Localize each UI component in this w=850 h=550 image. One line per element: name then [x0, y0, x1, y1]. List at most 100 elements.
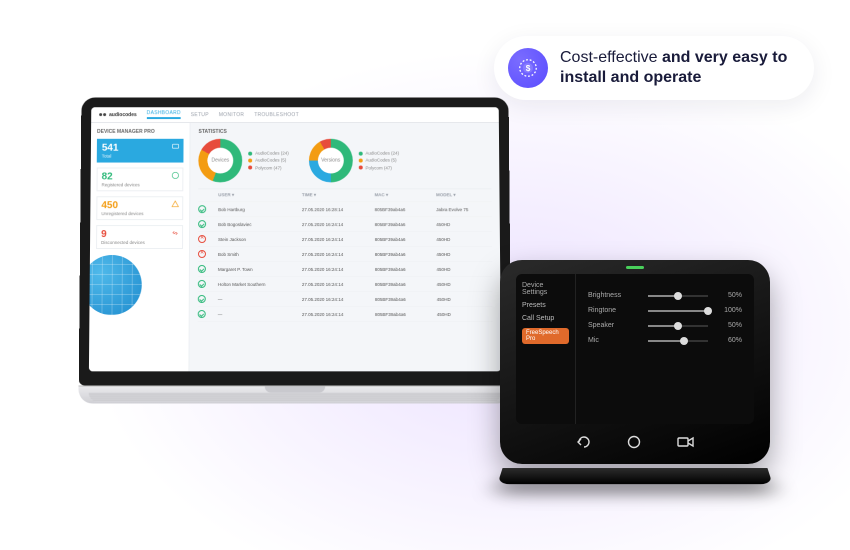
callout-text: Cost-effective and very easy to install …: [560, 48, 792, 88]
table-row[interactable]: Margaret P. Town 27.05.2020 16:24:14 805…: [198, 262, 492, 277]
kpi-disconnected[interactable]: 9 Disconnected devices: [96, 225, 183, 249]
slider-knob[interactable]: [704, 307, 712, 315]
table-row[interactable]: — 27.05.2020 16:24:14 805BF39ab4a6 450HD: [198, 292, 493, 307]
slider-row: Mic 60%: [588, 337, 742, 344]
col-model[interactable]: MODEL ▾: [436, 192, 492, 198]
slider-value: 100%: [716, 307, 742, 314]
cell-time: 27.05.2020 16:24:14: [302, 266, 369, 271]
col-mac[interactable]: MAC ▾: [374, 192, 430, 198]
app-body: DEVICE MANAGER PRO 541 Total 82 Register…: [89, 123, 501, 371]
status-ok-icon: [198, 265, 206, 273]
disconnect-icon: [171, 229, 179, 237]
donut-b: Versions: [309, 139, 353, 183]
col-time[interactable]: TIME ▾: [302, 192, 369, 198]
brand-logo: audiocodes: [99, 112, 137, 118]
legend-item: AudioCodes (5): [359, 157, 400, 164]
tablet-main: Brightness 50%Ringtone 100%Speaker 50%Mi…: [576, 274, 754, 424]
kpi-disconnected-value: 9: [101, 230, 178, 240]
cell-mac: 805BF39ab4a6: [375, 281, 431, 286]
cell-mac: 805BF39ab4a6: [375, 266, 431, 271]
slider-knob[interactable]: [680, 337, 688, 345]
tablet-stand: [497, 468, 772, 484]
kpi-disconnected-label: Disconnected devices: [101, 240, 178, 245]
slider-track[interactable]: [648, 295, 708, 297]
tab-dashboard[interactable]: DASHBOARD: [147, 110, 181, 119]
cell-user: Margaret P. Town: [218, 266, 296, 271]
table-row[interactable]: Bob Bogoslaviec 27.05.2020 16:24:14 805B…: [198, 217, 492, 232]
slider-track[interactable]: [648, 325, 708, 327]
kpi-total[interactable]: 541 Total: [97, 139, 184, 163]
tablet-side-button[interactable]: FreeSpeech Pro: [522, 328, 569, 344]
cell-user: —: [218, 312, 296, 317]
cell-time: 27.05.2020 16:24:14: [302, 237, 369, 242]
table-row[interactable]: Stein Jackson 27.05.2020 16:24:14 805BF3…: [198, 232, 492, 247]
tablet-side-item[interactable]: Call Setup: [522, 315, 569, 322]
kpi-total-value: 541: [102, 144, 179, 154]
table-row[interactable]: Holton Market Southern 27.05.2020 16:24:…: [198, 277, 493, 292]
donut-a: Devices: [198, 139, 242, 183]
slider-label: Ringtone: [588, 307, 640, 314]
tablet-side-item[interactable]: Presets: [522, 302, 569, 309]
cell-model: 450HD: [436, 237, 492, 242]
cell-mac: 805BF39ab4a6: [375, 237, 431, 242]
video-icon[interactable]: [677, 435, 695, 454]
kpi-total-label: Total: [102, 154, 179, 159]
cell-model: 450HD: [437, 296, 493, 301]
tablet-device: Device Settings Presets Call Setup FreeS…: [500, 260, 770, 490]
table-row[interactable]: — 27.05.2020 16:24:14 805BF39ab4a6 450HD: [198, 307, 493, 322]
slider-label: Mic: [588, 337, 640, 344]
kpi-registered[interactable]: 82 Registered devices: [97, 167, 184, 191]
sidebar-title: DEVICE MANAGER PRO: [97, 129, 184, 135]
donut-row: Devices AudioCodes (24) AudioCodes (5) P…: [198, 139, 491, 183]
slider-value: 60%: [716, 337, 742, 344]
slider-track[interactable]: [648, 340, 708, 342]
slider-knob[interactable]: [674, 322, 682, 330]
cell-mac: 805BF39ab4a6: [375, 251, 431, 256]
tab-monitor[interactable]: MONITOR: [219, 112, 244, 118]
slider-row: Ringtone 100%: [588, 307, 742, 314]
laptop-device: audiocodes DASHBOARD SETUP MONITOR TROUB…: [79, 97, 512, 403]
tab-troubleshoot[interactable]: TROUBLESHOOT: [254, 112, 299, 118]
callout-pill: $ Cost-effective and very easy to instal…: [494, 36, 814, 100]
slider-row: Brightness 50%: [588, 292, 742, 299]
cell-time: 27.05.2020 16:28:14: [302, 207, 369, 212]
tab-setup[interactable]: SETUP: [191, 112, 209, 118]
cell-model: 450HD: [436, 251, 492, 256]
legend-item: AudioCodes (5): [248, 157, 289, 164]
laptop-bezel: audiocodes DASHBOARD SETUP MONITOR TROUB…: [79, 97, 512, 385]
warning-icon: [171, 200, 179, 208]
table-row[interactable]: Bob Smith 27.05.2020 16:24:14 805BF39ab4…: [198, 247, 492, 262]
slider-knob[interactable]: [674, 292, 682, 300]
tablet-nav-controls: [500, 435, 770, 454]
kpi-unregistered[interactable]: 450 Unregistered devices: [96, 196, 183, 220]
col-user[interactable]: USER ▾: [218, 192, 296, 198]
globe-icon: [89, 255, 142, 315]
table-row[interactable]: Bob Hartburg 27.05.2020 16:28:14 805BF39…: [198, 202, 492, 217]
cell-time: 27.05.2020 16:24:14: [302, 296, 369, 301]
status-error-icon: [198, 235, 206, 243]
donut-a-wrap: Devices AudioCodes (24) AudioCodes (5) P…: [198, 139, 289, 183]
cell-model: 450HD: [436, 222, 492, 227]
kpi-registered-value: 82: [102, 172, 179, 182]
cell-model: Jabra Evolve 75: [436, 207, 492, 212]
status-error-icon: [198, 250, 206, 258]
back-icon[interactable]: [575, 435, 591, 454]
cell-user: Stein Jackson: [218, 237, 296, 242]
donut-a-legend: AudioCodes (24) AudioCodes (5) Polycom (…: [248, 150, 289, 171]
table-header: USER ▾ TIME ▾ MAC ▾ MODEL ▾: [198, 189, 491, 202]
cell-time: 27.05.2020 16:24:14: [302, 312, 369, 317]
home-icon[interactable]: [627, 435, 641, 454]
slider-track[interactable]: [648, 310, 708, 312]
cell-model: 450HD: [436, 266, 492, 271]
dollar-gear-icon: $: [508, 48, 548, 88]
legend-item: AudioCodes (24): [359, 150, 400, 157]
slider-value: 50%: [716, 292, 742, 299]
status-ok-icon: [198, 220, 206, 228]
legend-item: Polycom (47): [248, 164, 289, 171]
donut-a-label: Devices: [198, 139, 242, 183]
kpi-registered-label: Registered devices: [102, 182, 179, 187]
device-table: USER ▾ TIME ▾ MAC ▾ MODEL ▾ Bob Hartburg…: [198, 188, 493, 322]
cell-model: 450HD: [437, 312, 493, 317]
devices-icon: [172, 143, 180, 151]
cell-time: 27.05.2020 16:24:14: [302, 222, 369, 227]
